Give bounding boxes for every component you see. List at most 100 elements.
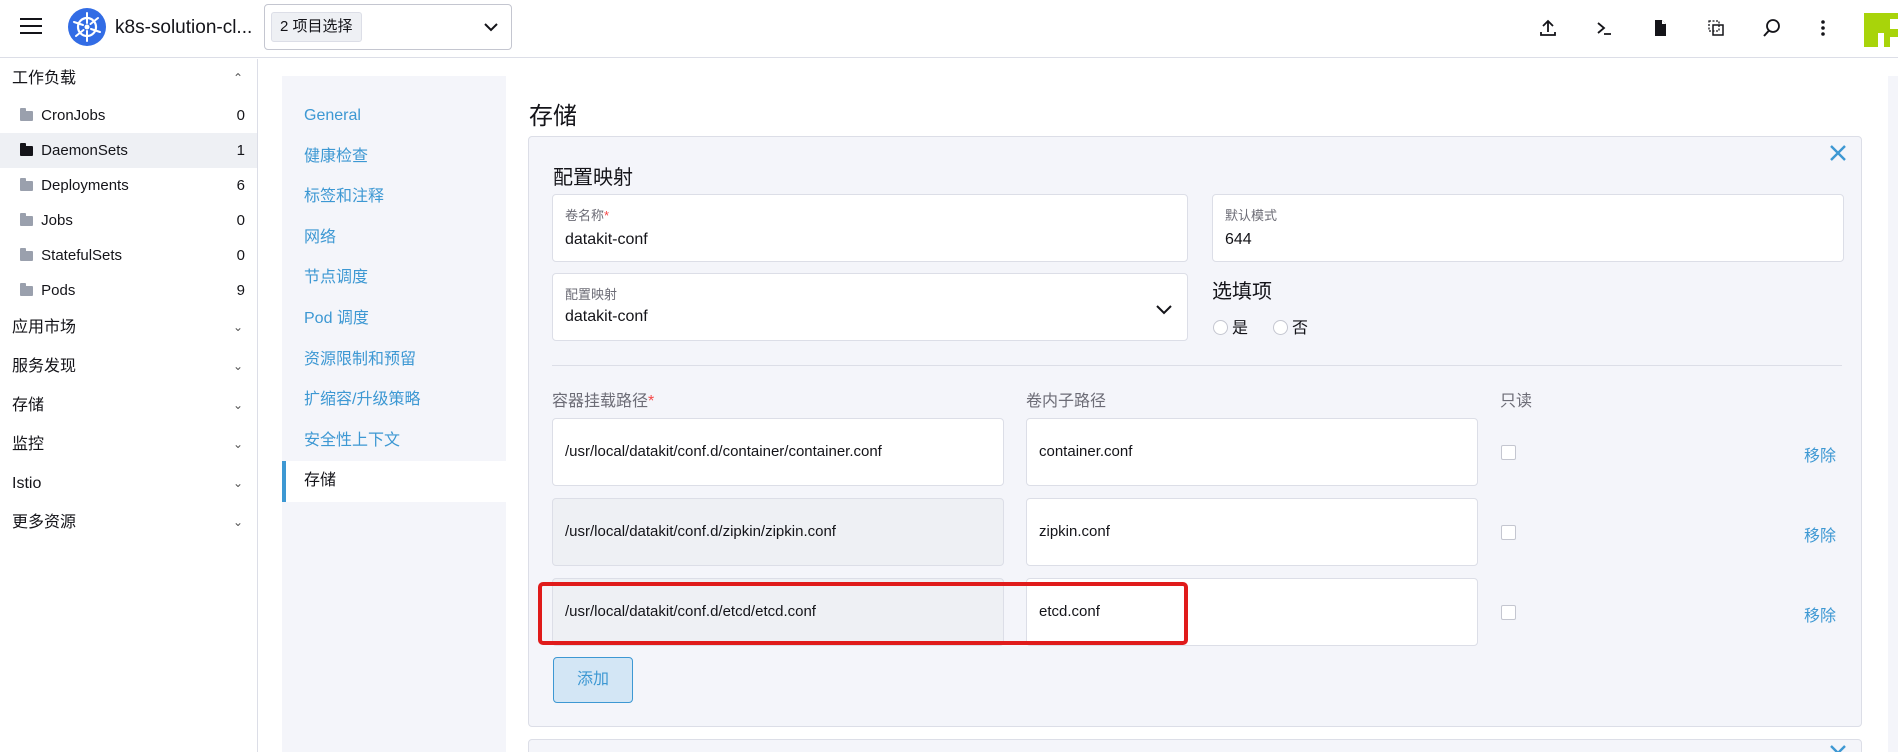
nav-group-service-discovery[interactable]: 服务发现 ⌄ [0, 347, 257, 386]
card-title: 配置映射 [553, 167, 633, 189]
nav-group-more-resources[interactable]: 更多资源 ⌄ [0, 503, 257, 542]
tab-resources[interactable]: 资源限制和预留 [282, 340, 506, 381]
col-header-sub-path: 卷内子路径 [1026, 393, 1107, 410]
nav-item-daemonsets[interactable]: DaemonSets 1 [0, 133, 257, 168]
volume-name-field[interactable]: 卷名称* datakit-conf [552, 194, 1188, 262]
chevron-down-icon [1156, 305, 1172, 315]
add-mount-button[interactable]: 添加 [553, 657, 633, 703]
configmap-volume-card: 配置映射 卷名称* datakit-conf 默认模式 644 配置映射 dat… [528, 136, 1862, 727]
remove-button[interactable]: 移除 [1804, 522, 1836, 546]
tab-security-context[interactable]: 安全性上下文 [282, 421, 506, 462]
nav-item-jobs[interactable]: Jobs 0 [0, 203, 257, 238]
nav-item-deployments[interactable]: Deployments 6 [0, 168, 257, 203]
col-header-read-only: 只读 [1500, 393, 1533, 410]
chevron-down-icon: ⌄ [232, 320, 243, 334]
nav-group-label: Istio [12, 475, 42, 492]
chevron-up-icon: ⌃ [232, 71, 243, 85]
close-icon[interactable] [1827, 142, 1849, 164]
chevron-down-icon: ⌄ [232, 398, 243, 412]
divider [552, 365, 1842, 366]
field-label: 卷名称* [565, 208, 610, 223]
optional-no-radio[interactable]: 否 [1273, 314, 1308, 338]
tab-health-check[interactable]: 健康检查 [282, 137, 506, 178]
main-content: 存储 配置映射 卷名称* datakit-conf 默认模式 644 配置映射 … [506, 76, 1888, 752]
col-header-mount-path: 容器挂载路径* [552, 393, 655, 410]
mount-path-input[interactable]: /usr/local/datakit/conf.d/container/cont… [552, 418, 1004, 486]
read-only-checkbox[interactable] [1501, 525, 1516, 540]
namespace-chip: 2 项目选择 [271, 12, 362, 42]
chevron-down-icon: ⌄ [232, 437, 243, 451]
nav-group-monitoring[interactable]: 监控 ⌄ [0, 425, 257, 464]
field-value: 644 [1225, 231, 1252, 248]
more-vertical-icon[interactable] [1811, 16, 1835, 40]
nav-item-count: 0 [236, 107, 245, 124]
nav-item-statefulsets[interactable]: StatefulSets 0 [0, 238, 257, 273]
nav-group-label: 存储 [12, 397, 45, 414]
page-scrollbar[interactable] [1888, 76, 1898, 752]
kubectl-shell-icon[interactable] [1592, 16, 1616, 40]
next-volume-card [528, 739, 1862, 752]
nav-group-label: 应用市场 [12, 319, 77, 336]
tab-storage[interactable]: 存储 [282, 461, 506, 502]
remove-button[interactable]: 移除 [1804, 602, 1836, 626]
chevron-down-icon: ⌄ [232, 515, 243, 529]
sub-path-input[interactable]: container.conf [1026, 418, 1478, 486]
nav-group-label: 服务发现 [12, 358, 77, 375]
tab-pod-scheduling[interactable]: Pod 调度 [282, 299, 506, 340]
nav-item-label: CronJobs [41, 107, 106, 124]
chevron-down-icon: ⌄ [232, 359, 243, 373]
menu-hamburger-icon[interactable] [20, 18, 42, 36]
import-yaml-icon[interactable] [1536, 16, 1560, 40]
radio-circle [1213, 320, 1228, 335]
configmap-select[interactable]: 配置映射 datakit-conf [552, 273, 1188, 341]
nav-group-istio[interactable]: Istio ⌄ [0, 464, 257, 503]
copy-kubeconfig-icon[interactable] [1704, 16, 1728, 40]
tab-labels-annotations[interactable]: 标签和注释 [282, 177, 506, 218]
tab-node-scheduling[interactable]: 节点调度 [282, 258, 506, 299]
namespace-select[interactable]: 2 项目选择 [264, 4, 512, 50]
radio-circle [1273, 320, 1288, 335]
nav-item-count: 1 [236, 142, 245, 159]
sub-path-input[interactable]: zipkin.conf [1026, 498, 1478, 566]
nav-item-label: DaemonSets [41, 142, 128, 159]
folder-icon [20, 178, 33, 191]
search-icon[interactable] [1760, 16, 1784, 40]
nav-item-label: Jobs [41, 212, 73, 229]
optional-yes-radio[interactable]: 是 [1213, 314, 1248, 338]
kubernetes-logo-icon [68, 8, 106, 46]
nav-item-count: 6 [236, 177, 245, 194]
sub-path-input[interactable]: etcd.conf [1026, 578, 1478, 646]
field-label: 配置映射 [565, 287, 618, 302]
mount-path-input[interactable]: /usr/local/datakit/conf.d/etcd/etcd.conf [552, 578, 1004, 646]
nav-item-pods[interactable]: Pods 9 [0, 273, 257, 308]
cluster-name[interactable]: k8s-solution-cl... [115, 17, 252, 39]
folder-icon [20, 248, 33, 261]
nav-group-apps[interactable]: 应用市场 ⌄ [0, 308, 257, 347]
field-value: datakit-conf [565, 231, 648, 248]
tab-networking[interactable]: 网络 [282, 218, 506, 259]
default-mode-field[interactable]: 默认模式 644 [1212, 194, 1844, 262]
read-only-checkbox[interactable] [1501, 445, 1516, 460]
folder-icon [20, 213, 33, 226]
remove-button[interactable]: 移除 [1804, 442, 1836, 466]
nav-group-storage[interactable]: 存储 ⌄ [0, 386, 257, 425]
nav-item-count: 0 [236, 247, 245, 264]
folder-icon [20, 143, 33, 156]
optional-title: 选填项 [1212, 281, 1272, 303]
close-icon[interactable] [1827, 742, 1849, 752]
folder-icon [20, 108, 33, 121]
read-only-checkbox[interactable] [1501, 605, 1516, 620]
kubeconfig-file-icon[interactable] [1648, 16, 1672, 40]
nav-item-cronjobs[interactable]: CronJobs 0 [0, 98, 257, 133]
nav-group-workloads[interactable]: 工作负载 ⌃ [0, 59, 257, 98]
tab-general[interactable]: General [282, 96, 506, 137]
nav-item-label: StatefulSets [41, 247, 123, 264]
page-title: 存储 [529, 103, 577, 130]
mount-path-input[interactable]: /usr/local/datakit/conf.d/zipkin/zipkin.… [552, 498, 1004, 566]
field-label: 默认模式 [1225, 208, 1278, 223]
chevron-down-icon: ⌄ [232, 476, 243, 490]
side-tabs: General 健康检查 标签和注释 网络 节点调度 Pod 调度 资源限制和预… [282, 76, 506, 752]
user-avatar[interactable] [1864, 13, 1898, 47]
nav-item-count: 9 [236, 282, 245, 299]
tab-scaling-upgrade[interactable]: 扩缩容/升级策略 [282, 380, 506, 421]
